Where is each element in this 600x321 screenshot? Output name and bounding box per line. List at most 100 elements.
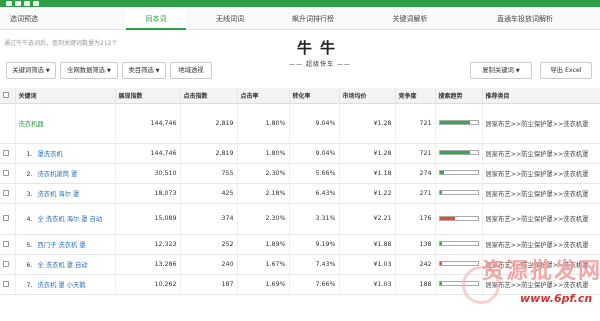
keyword-text[interactable]: 洗衣机 罩 小天鹅 [38, 282, 86, 289]
row-select-cell[interactable] [0, 183, 16, 204]
table-header: 关键词 展现指数 点击指数 点击率 转化率 市场均价 竞争度 搜索趋势 推荐类目 [0, 88, 600, 104]
app-logo [6, 0, 66, 7]
avg-price-cell: ¥1.28 [339, 143, 396, 164]
cvr-cell: 3.31% [289, 203, 340, 235]
row-select-cell[interactable] [0, 143, 16, 164]
ctr-cell: 1.89% [237, 234, 290, 255]
tab-wireless-keywords[interactable]: 无线词词 [200, 9, 260, 30]
tab-rising-ranking[interactable]: 飙升词排行榜 [268, 9, 358, 30]
row-checkbox[interactable] [3, 240, 9, 247]
col-category[interactable]: 推荐类目 [482, 88, 600, 104]
keyword-filter-button[interactable]: 关键词筛选 ▼ [6, 62, 56, 79]
avg-price-cell: ¥1.28 [339, 103, 396, 144]
row-select-cell[interactable] [0, 234, 16, 255]
impressions-cell: 13,286 [115, 254, 181, 275]
row-select-cell[interactable] [0, 274, 16, 295]
trend-bar-fill [439, 282, 442, 285]
select-all-cell[interactable] [0, 88, 16, 104]
col-ctr[interactable]: 点击率 [237, 88, 290, 104]
brand-title: 牛牛 [296, 39, 343, 57]
tab-keyword-analysis[interactable]: 关键词解析 [380, 9, 440, 30]
row-index: 2. [26, 170, 33, 178]
trend-bar [438, 150, 479, 155]
select-all-checkbox[interactable] [3, 92, 9, 99]
row-checkbox[interactable] [3, 215, 9, 221]
tab-ztc-analysis[interactable]: 直通车投放词解析 [470, 9, 580, 30]
table-row[interactable]: 4. 全 洗衣机 海尔 罩 自动 15,089 374 2.30% 3.31% ¥2.21 1… [0, 203, 600, 235]
keyword-cell[interactable]: 3. 洗衣机 海尔 罩 [15, 183, 116, 204]
keyword-cell[interactable]: 洗衣机器 [15, 103, 116, 144]
keyword-text[interactable]: 洗衣机滚筒 罩 [38, 171, 78, 178]
chevron-down-icon: ▼ [106, 68, 111, 74]
row-checkbox[interactable] [3, 260, 9, 267]
cvr-cell: 7.43% [289, 254, 340, 275]
table-row[interactable]: 2. 洗衣机滚筒 罩 30,510 755 2.30% 5.66% ¥1.18 274 居家布艺… [0, 163, 600, 184]
match-filter-button[interactable]: 全网数据筛选 ▼ [60, 62, 118, 79]
row-index: 7. [26, 281, 33, 289]
keyword-text[interactable]: 西门子 洗衣机 罩 [38, 242, 86, 249]
row-index: 6. [26, 261, 33, 269]
row-checkbox[interactable] [3, 169, 9, 176]
watermark: 资源批发网 www.6pf.cn [462, 248, 600, 321]
clicks-cell: 2,819 [180, 143, 238, 164]
competition-cell: 188 [395, 274, 436, 295]
clicks-cell: 425 [180, 183, 238, 204]
row-checkbox[interactable] [3, 189, 9, 196]
ctr-cell: 1.80% [237, 143, 290, 164]
avg-price-cell: ¥2.21 [339, 203, 396, 235]
trend-bar-fill [439, 216, 455, 220]
keyword-text[interactable]: 全 洗衣机 罩 自动 [38, 262, 88, 269]
trend-bar [438, 170, 479, 175]
competition-cell: 242 [395, 254, 436, 275]
row-checkbox[interactable] [3, 280, 9, 287]
region-view-button[interactable]: 地域透视 [170, 62, 212, 79]
trend-bar [438, 190, 479, 195]
top-bar [0, 0, 600, 7]
table-row[interactable]: 3. 洗衣机 海尔 罩 18,073 425 2.18% 6.43% ¥1.22 271 居家布… [0, 183, 600, 204]
avg-price-cell: ¥1.03 [339, 274, 396, 295]
row-select-cell[interactable] [0, 203, 16, 235]
keyword-cell[interactable]: 2. 洗衣机滚筒 罩 [15, 163, 116, 184]
keyword-cell[interactable]: 4. 全 洗衣机 海尔 罩 自动 [15, 203, 116, 235]
col-clicks[interactable]: 点击指数 [180, 88, 238, 104]
watermark-site: www.6pf.cn [520, 292, 593, 305]
copy-keywords-label: 复制关键词 [482, 67, 514, 74]
tab-keyword-preselect[interactable]: 选词预选 [0, 9, 48, 30]
trend-cell [435, 163, 483, 184]
keyword-text[interactable]: 罩洗衣机 [38, 151, 63, 158]
row-select-cell[interactable] [0, 254, 16, 275]
trend-bar-fill [439, 262, 442, 265]
keyword-cell[interactable]: 5. 西门子 洗衣机 罩 [15, 234, 116, 255]
export-excel-button[interactable]: 导出 Excel [540, 62, 592, 79]
col-trend[interactable]: 搜索趋势 [435, 88, 483, 104]
cvr-cell: 9.19% [289, 234, 340, 255]
keyword-cell[interactable]: 1. 罩洗衣机 [15, 143, 116, 164]
impressions-cell: 30,510 [115, 163, 181, 184]
col-avg-price[interactable]: 市场均价 [339, 88, 396, 104]
category-filter-button[interactable]: 类目筛选 ▼ [122, 62, 166, 79]
row-index: 1. [26, 150, 33, 158]
row-select-cell[interactable] [0, 163, 16, 184]
trend-bar [438, 241, 479, 246]
trend-cell [435, 203, 483, 235]
copy-keywords-button[interactable]: 复制关键词 ▼ [470, 62, 532, 79]
category-cell: 居家布艺>>防尘保护罩>>洗衣机罩 [482, 183, 600, 204]
row-checkbox[interactable] [3, 149, 9, 156]
keyword-text[interactable]: 洗衣机器 [19, 121, 44, 128]
tab-same-keywords[interactable]: 同本词 [126, 9, 186, 30]
col-cvr[interactable]: 转化率 [289, 88, 340, 104]
row-index: 5. [26, 241, 33, 249]
keyword-text[interactable]: 洗衣机 海尔 罩 [38, 191, 80, 198]
result-hint: 通过牛牛选词后，查到关键词数量为212个 [4, 40, 118, 47]
col-impressions[interactable]: 展现指数 [115, 88, 181, 104]
group-row[interactable]: 洗衣机器 144,746 2,819 1.80% 9.04% ¥1.28 721 居家布艺>>… [0, 103, 600, 144]
keyword-cell[interactable]: 6. 全 洗衣机 罩 自动 [15, 254, 116, 275]
table-row[interactable]: 1. 罩洗衣机 144,746 2,819 1.80% 9.04% ¥1.28 721 居家布艺… [0, 143, 600, 164]
keyword-cell[interactable]: 7. 洗衣机 罩 小天鹅 [15, 274, 116, 295]
ctr-cell: 2.30% [237, 163, 290, 184]
col-keyword[interactable]: 关键词 [15, 88, 116, 104]
impressions-cell: 10,262 [115, 274, 181, 295]
row-select-cell[interactable] [0, 103, 16, 144]
keyword-text[interactable]: 全 洗衣机 海尔 罩 自动 [38, 216, 103, 223]
col-competition[interactable]: 竞争度 [395, 88, 436, 104]
